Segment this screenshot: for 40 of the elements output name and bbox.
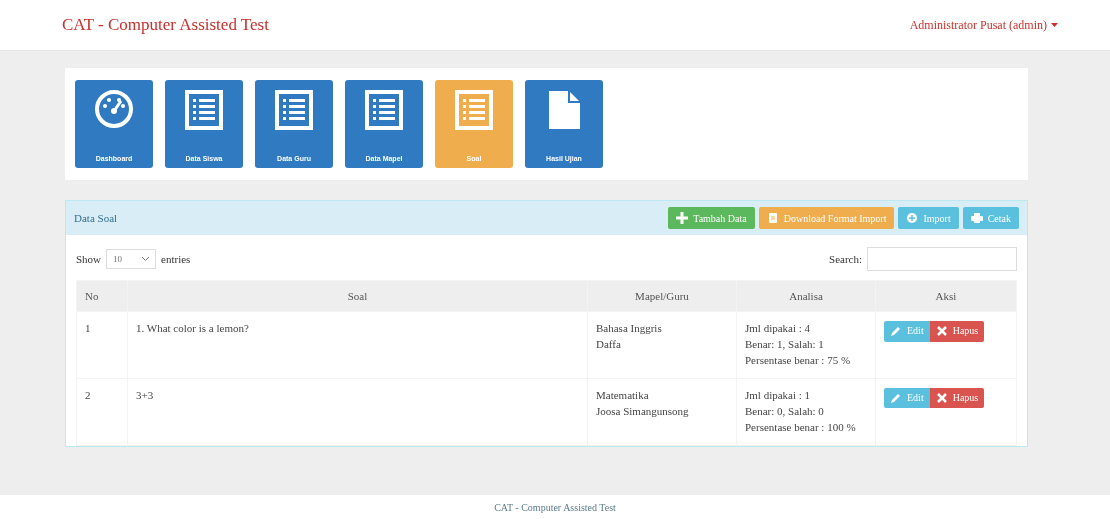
plus-icon [676, 212, 689, 224]
show-label: Show [76, 253, 102, 265]
analysis-cell: Jml dipakai : 1 Benar: 0, Salah: 0 Persentase benar : 100 % [736, 378, 876, 446]
chevron-icon [142, 257, 150, 261]
column-header[interactable]: Soal [127, 280, 588, 312]
brand-link[interactable]: CAT - Computer Assisted Test [62, 15, 269, 35]
search-label: Search: [829, 253, 862, 265]
subject-teacher-cell: Matematika Joosa Simangunsong [587, 378, 737, 446]
list-icon [364, 89, 404, 131]
entries-label: entries [161, 253, 191, 265]
list-icon [274, 89, 314, 131]
subject-teacher-cell: Bahasa Inggris Daffa [587, 311, 737, 379]
column-header[interactable]: Mapel/Guru [587, 280, 737, 312]
plus-circle-icon [906, 212, 919, 224]
dashboard-gauge-icon [94, 89, 134, 131]
question-cell: 3+3 [127, 378, 588, 446]
column-header[interactable]: Analisa [736, 280, 876, 312]
pencil-icon [890, 325, 902, 338]
number-cell: 1 [76, 311, 128, 379]
user-menu[interactable]: Administrator Pusat (admin) [909, 17, 1058, 33]
file-icon [766, 212, 779, 224]
question-cell: 1. What color is a lemon? [127, 311, 588, 379]
cross-icon [935, 325, 948, 338]
list-icon [184, 89, 224, 131]
printer-icon [970, 212, 983, 224]
add-data-button[interactable]: Tambah Data [668, 207, 755, 229]
search-field[interactable] [867, 247, 1017, 271]
column-header[interactable]: Aksi [875, 280, 1017, 312]
list-icon [454, 89, 494, 131]
delete-button[interactable]: Hapus [929, 387, 985, 409]
panel-title: Data Soal [74, 212, 118, 224]
caret-icon [1051, 23, 1058, 27]
column-header[interactable]: No [76, 280, 128, 312]
pencil-icon [890, 392, 902, 405]
analysis-cell: Jml dipakai : 4 Benar: 1, Salah: 1 Persentase benar : 75 % [736, 311, 876, 379]
cross-icon [935, 392, 948, 405]
entries-select[interactable]: 10 [106, 249, 157, 269]
footer-text: CAT - Computer Assisted Test [494, 501, 616, 513]
number-cell: 2 [76, 378, 128, 446]
delete-button[interactable]: Hapus [929, 321, 985, 342]
